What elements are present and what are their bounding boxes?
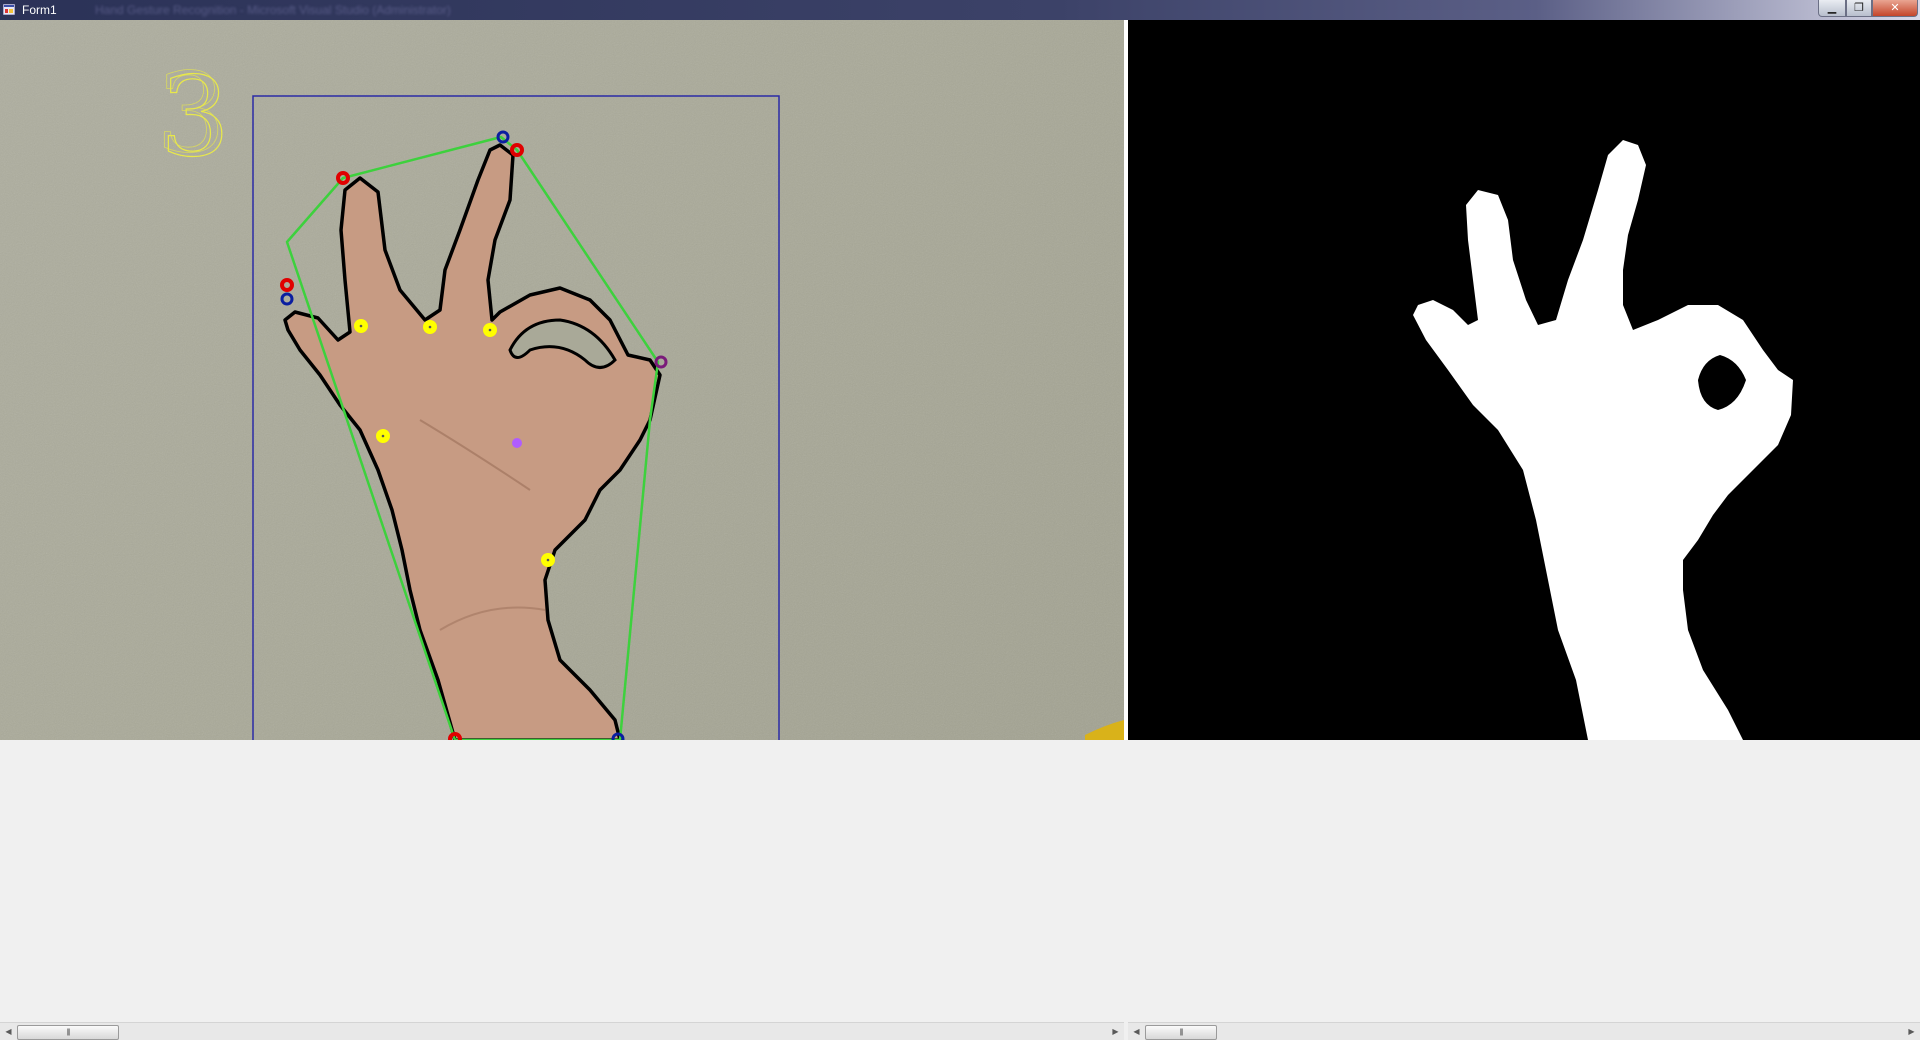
title-bar[interactable]: Form1 Hand Gesture Recognition - Microso…: [0, 0, 1920, 21]
hand-overlay: 3 3: [156, 49, 780, 740]
end-point-marker: [654, 355, 668, 369]
maximize-button[interactable]: ❐: [1846, 0, 1872, 17]
scroll-left-arrow-icon[interactable]: ◀: [1128, 1023, 1145, 1040]
mask-image-box: [1128, 20, 1920, 740]
blurred-caption: Hand Gesture Recognition - Microsoft Vis…: [95, 3, 451, 17]
binary-mask: [1413, 140, 1793, 740]
camera-image-box: 3 3: [0, 20, 1124, 740]
fingertip-marker: [280, 278, 294, 292]
app-icon: [3, 4, 15, 15]
scroll-thumb[interactable]: |||: [17, 1025, 119, 1040]
close-button[interactable]: ✕: [1872, 0, 1918, 17]
hand-skin: [283, 143, 662, 740]
scroll-left-arrow-icon[interactable]: ◀: [0, 1023, 17, 1040]
scroll-thumb[interactable]: |||: [1145, 1025, 1217, 1040]
right-horizontal-scrollbar[interactable]: ◀ ||| ▶: [1128, 1022, 1920, 1040]
left-horizontal-scrollbar[interactable]: ◀ ||| ▶: [0, 1022, 1124, 1040]
start-point-marker: [280, 292, 294, 306]
window-controls: ▁ ❐ ✕: [1818, 0, 1918, 17]
minimize-button[interactable]: ▁: [1818, 0, 1846, 17]
hand-silhouette: [1413, 140, 1793, 740]
finger-count-shadow: 3: [156, 49, 226, 177]
window-title: Form1: [22, 3, 57, 17]
scroll-right-arrow-icon[interactable]: ▶: [1903, 1023, 1920, 1040]
palm-center-marker: [512, 438, 522, 448]
scroll-right-arrow-icon[interactable]: ▶: [1107, 1023, 1124, 1040]
start-point-marker: [496, 130, 510, 144]
